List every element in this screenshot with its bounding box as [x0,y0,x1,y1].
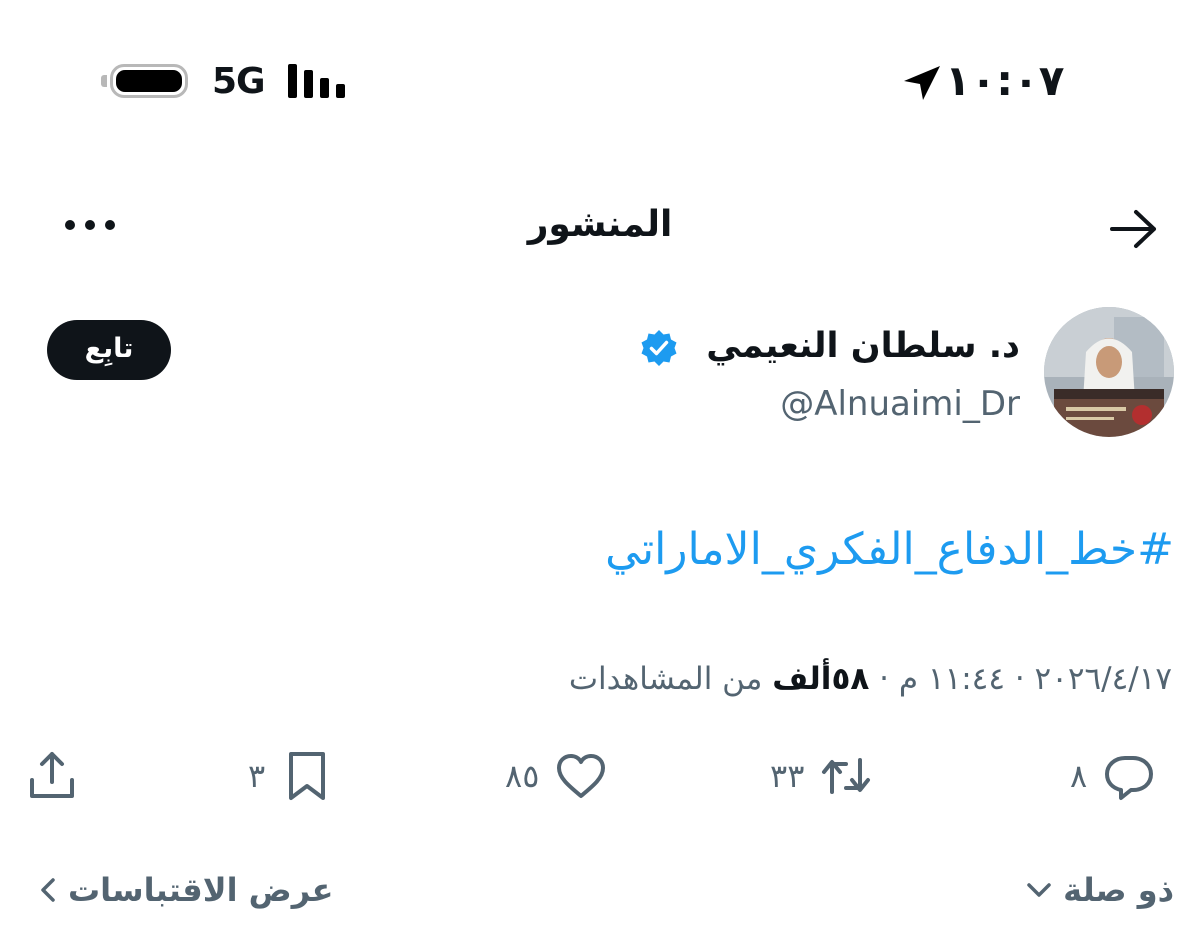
reply-count: ٨ [1070,757,1088,795]
follow-button[interactable]: تابِع [47,320,171,380]
post-hashtag-link[interactable]: #خط_الدفاع_الفكري_الاماراتي [605,520,1174,580]
back-arrow-icon[interactable] [1108,208,1160,250]
like-button[interactable]: ٨٥ [505,748,609,804]
reply-icon [1105,756,1154,800]
meta-separator: · [1014,661,1025,697]
battery-icon [110,64,188,98]
like-count: ٨٥ [505,757,540,795]
location-arrow-icon [904,66,940,100]
post-time: ١١:٤٤ م [898,661,1005,697]
heart-icon [557,754,606,798]
avatar[interactable] [1044,307,1174,437]
bookmark-count: ٣ [248,757,266,795]
share-icon[interactable] [24,748,80,804]
author-handle[interactable]: @Alnuaimi_Dr [780,381,1020,427]
views-label[interactable]: من المشاهدات [569,661,763,697]
relevant-label: ذو صلة [1063,871,1174,909]
view-quotes-label: عرض الاقتباسات [68,871,334,909]
verified-badge-icon [641,330,677,366]
view-quotes-link[interactable]: عرض الاقتباسات [38,866,333,914]
signal-icon [288,64,345,98]
network-type: 5G [212,61,266,102]
meta-separator: · [879,661,889,697]
post-meta: ٢٠٢٦/٤/١٧ · ١١:٤٤ م · ٥٨ألف من المشاهدات [569,656,1172,702]
views-count[interactable]: ٥٨ألف [772,661,869,697]
repost-button[interactable]: ٣٣ [770,748,874,804]
chevron-down-icon [1027,883,1051,897]
reply-button[interactable]: ٨ [1070,748,1157,804]
bookmark-button[interactable]: ٣ [248,748,335,804]
author-display-name[interactable]: د. سلطان النعيمي [706,322,1020,370]
battery-cap [101,75,107,87]
relevant-sort-dropdown[interactable]: ذو صلة [1025,866,1174,914]
status-time: ١٠:٠٧ [945,56,1065,105]
repost-icon [822,758,871,794]
chevron-left-icon [41,878,55,902]
bookmark-icon [289,752,326,800]
page-title: المنشور [527,204,673,245]
post-date: ٢٠٢٦/٤/١٧ [1034,661,1172,697]
repost-count: ٣٣ [770,757,805,795]
